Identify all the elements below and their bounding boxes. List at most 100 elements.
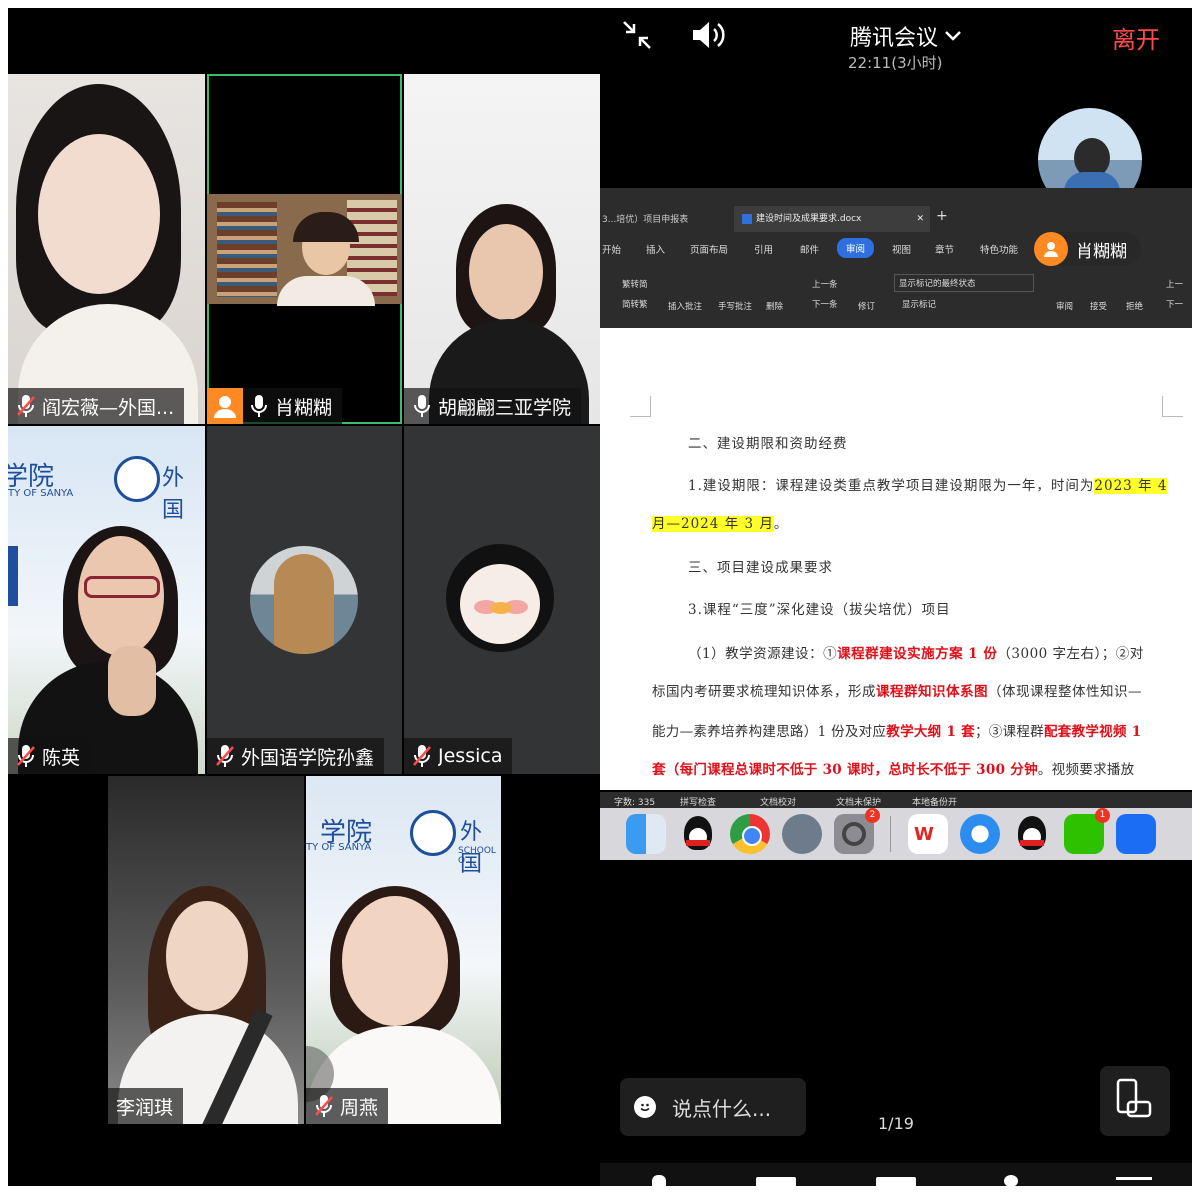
ribbon-tool[interactable]: 下一条: [812, 298, 838, 310]
doc-paragraph: 1.建设期限：课程建设类重点教学项目建设期限为一年，时间为2023 年 4: [688, 478, 1168, 494]
ribbon-tool[interactable]: 审阅: [1056, 300, 1073, 312]
doc-paragraph: 套（每门课程总课时不低于 30 课时，总时长不低于 300 分钟。视频要求播放: [652, 762, 1135, 778]
ribbon-tab[interactable]: 视图: [892, 242, 911, 256]
school-logo-icon: [410, 810, 456, 856]
ribbon-tool[interactable]: 上一: [1166, 278, 1183, 290]
video-tile[interactable]: 学院 TY OF SANYA 外国 SCHOOL O 周燕: [306, 776, 501, 1124]
ribbon-tab[interactable]: 插入: [646, 242, 665, 256]
video-tile[interactable]: 学院 TY OF SANYA 外国 陈英: [8, 426, 205, 774]
page-indicator: 1/19: [878, 1114, 914, 1133]
participant-name: 周燕: [340, 1096, 379, 1119]
participant-nameplate: 阎宏薇—外国...: [8, 388, 185, 424]
participant-name: 陈英: [42, 746, 81, 769]
mic-muted-icon: [413, 745, 431, 767]
close-tab-icon[interactable]: ✕: [916, 206, 924, 232]
participant-gallery: 阎宏薇—外国... 肖糊糊 胡翩翩三亚学院 学院 TY OF SANYA 外国 …: [8, 8, 600, 1186]
share-control-icon[interactable]: [876, 1177, 916, 1187]
participant-nameplate: 外国语学院孙鑫: [207, 738, 385, 774]
participant-nameplate: 胡翩翩三亚学院: [404, 388, 582, 424]
meeting-top-bar: 腾讯会议 22:11(3小时) 离开: [600, 8, 1192, 78]
doc-heading: 3.课程“三度”深化建设（拔尖培优）项目: [688, 602, 951, 618]
video-tile[interactable]: 李润琪: [108, 776, 304, 1124]
ribbon-tab[interactable]: 引用: [754, 242, 773, 256]
document-toolbar: 3...培优）项目申报表 建设时间及成果要求.docx ✕ + 开始 插入 页面布…: [600, 188, 1192, 328]
ribbon-tab[interactable]: 页面布局: [690, 242, 728, 256]
tencent-meeting-icon[interactable]: [1116, 814, 1156, 854]
user-icon: [1034, 232, 1068, 266]
participant-name: 阎宏薇—外国...: [42, 396, 175, 419]
virtual-background-text: 外国: [162, 466, 185, 523]
mic-icon: [251, 395, 267, 417]
emoji-icon[interactable]: [634, 1096, 656, 1118]
ribbon-tool[interactable]: 接受: [1090, 300, 1107, 312]
doc-paragraph: 标国内考研要求梳理知识体系，形成课程群知识体系图（体现课程整体性知识—: [652, 684, 1142, 700]
chat-input-bar[interactable]: 说点什么...: [620, 1078, 806, 1136]
mic-muted-icon: [216, 745, 234, 767]
ribbon-tab[interactable]: 开始: [602, 242, 621, 256]
doc-proofread[interactable]: 文档校对: [760, 795, 796, 808]
video-tile-active[interactable]: 肖糊糊: [207, 74, 402, 424]
ribbon-tab[interactable]: 章节: [935, 242, 954, 256]
virtual-background-text: SCHOOL O: [458, 846, 496, 866]
mic-control-icon[interactable]: [652, 1175, 666, 1187]
wechat-icon[interactable]: 1: [1064, 808, 1110, 854]
doc-protection[interactable]: 文档未保护: [836, 795, 881, 808]
doc-tab[interactable]: 3...培优）项目申报表: [600, 208, 732, 232]
minimize-icon[interactable]: [620, 18, 654, 52]
presenter-name: 肖糊糊: [1076, 241, 1127, 262]
participant-name: 外国语学院孙鑫: [241, 746, 375, 769]
system-settings-icon[interactable]: 2: [834, 808, 880, 854]
ribbon-tool[interactable]: 下一: [1166, 298, 1183, 310]
ribbon-tool[interactable]: 修订: [858, 300, 875, 312]
mic-muted-icon: [315, 1095, 333, 1117]
ribbon-tool[interactable]: 显示标记: [902, 298, 936, 310]
ribbon-tool[interactable]: 简转繁: [622, 298, 648, 310]
backup-status[interactable]: 本地备份开: [912, 795, 957, 808]
camera-control-icon[interactable]: [756, 1177, 796, 1187]
avatar: [446, 544, 554, 652]
safari-icon[interactable]: [960, 814, 1000, 854]
ribbon-tab[interactable]: 特色功能: [980, 242, 1018, 256]
notification-badge: 2: [865, 808, 880, 823]
video-tile[interactable]: 胡翩翩三亚学院: [404, 74, 600, 424]
avatar: [250, 546, 358, 654]
word-count: 字数: 335: [614, 798, 656, 808]
ribbon-tool[interactable]: 手写批注: [718, 300, 752, 312]
mac-dock: 2 W 1: [600, 808, 1192, 860]
doc-tab-active[interactable]: 建设时间及成果要求.docx ✕: [734, 206, 930, 232]
speaker-icon[interactable]: [690, 18, 728, 52]
spell-check[interactable]: 拼写检查: [680, 795, 716, 808]
ribbon-tool[interactable]: 删除: [766, 300, 783, 312]
ribbon-dropdown[interactable]: 显示标记的最终状态: [894, 274, 1034, 292]
document-icon: [742, 213, 752, 224]
ribbon-tool[interactable]: 拒绝: [1126, 300, 1143, 312]
virtual-background-text: TY OF SANYA: [306, 842, 372, 853]
ribbon-tool[interactable]: 上一条: [812, 278, 838, 290]
glasses: [84, 576, 160, 598]
meeting-title-dropdown[interactable]: 腾讯会议: [850, 20, 962, 52]
participant-nameplate: 肖糊糊: [207, 388, 343, 424]
qq-icon[interactable]: [678, 814, 718, 854]
wps-icon[interactable]: W: [908, 814, 948, 854]
more-control-icon[interactable]: [1116, 1177, 1152, 1180]
participants-control-icon[interactable]: [1004, 1175, 1018, 1187]
doc-status-bar: 字数: 335 拼写检查 文档校对 文档未保护 本地备份开: [600, 792, 1192, 808]
doc-paragraph: （1）教学资源建设：①课程群建设实施方案 1 份（3000 字左右）；②对: [688, 646, 1144, 662]
video-tile[interactable]: Jessica: [404, 426, 600, 774]
finder-icon[interactable]: [626, 814, 666, 854]
ribbon-tab-active[interactable]: 审阅: [837, 238, 875, 258]
leave-button[interactable]: 离开: [1112, 20, 1160, 55]
doc-heading: 三、项目建设成果要求: [688, 560, 833, 576]
video-tile[interactable]: 阎宏薇—外国...: [8, 74, 205, 424]
ribbon-tool[interactable]: 插入批注: [668, 300, 702, 312]
mic-muted-icon: [17, 395, 35, 417]
qq-icon[interactable]: [1012, 814, 1052, 854]
video-tile[interactable]: 外国语学院孙鑫: [207, 426, 402, 774]
ribbon-tool[interactable]: 繁转简: [622, 278, 648, 290]
launchpad-icon[interactable]: [782, 814, 822, 854]
ribbon-tab[interactable]: 邮件: [800, 242, 819, 256]
rotate-screen-button[interactable]: [1100, 1066, 1170, 1136]
chrome-icon[interactable]: [730, 814, 770, 854]
doc-heading: 二、建设期限和资助经费: [688, 436, 848, 452]
new-tab-icon[interactable]: +: [936, 208, 948, 224]
